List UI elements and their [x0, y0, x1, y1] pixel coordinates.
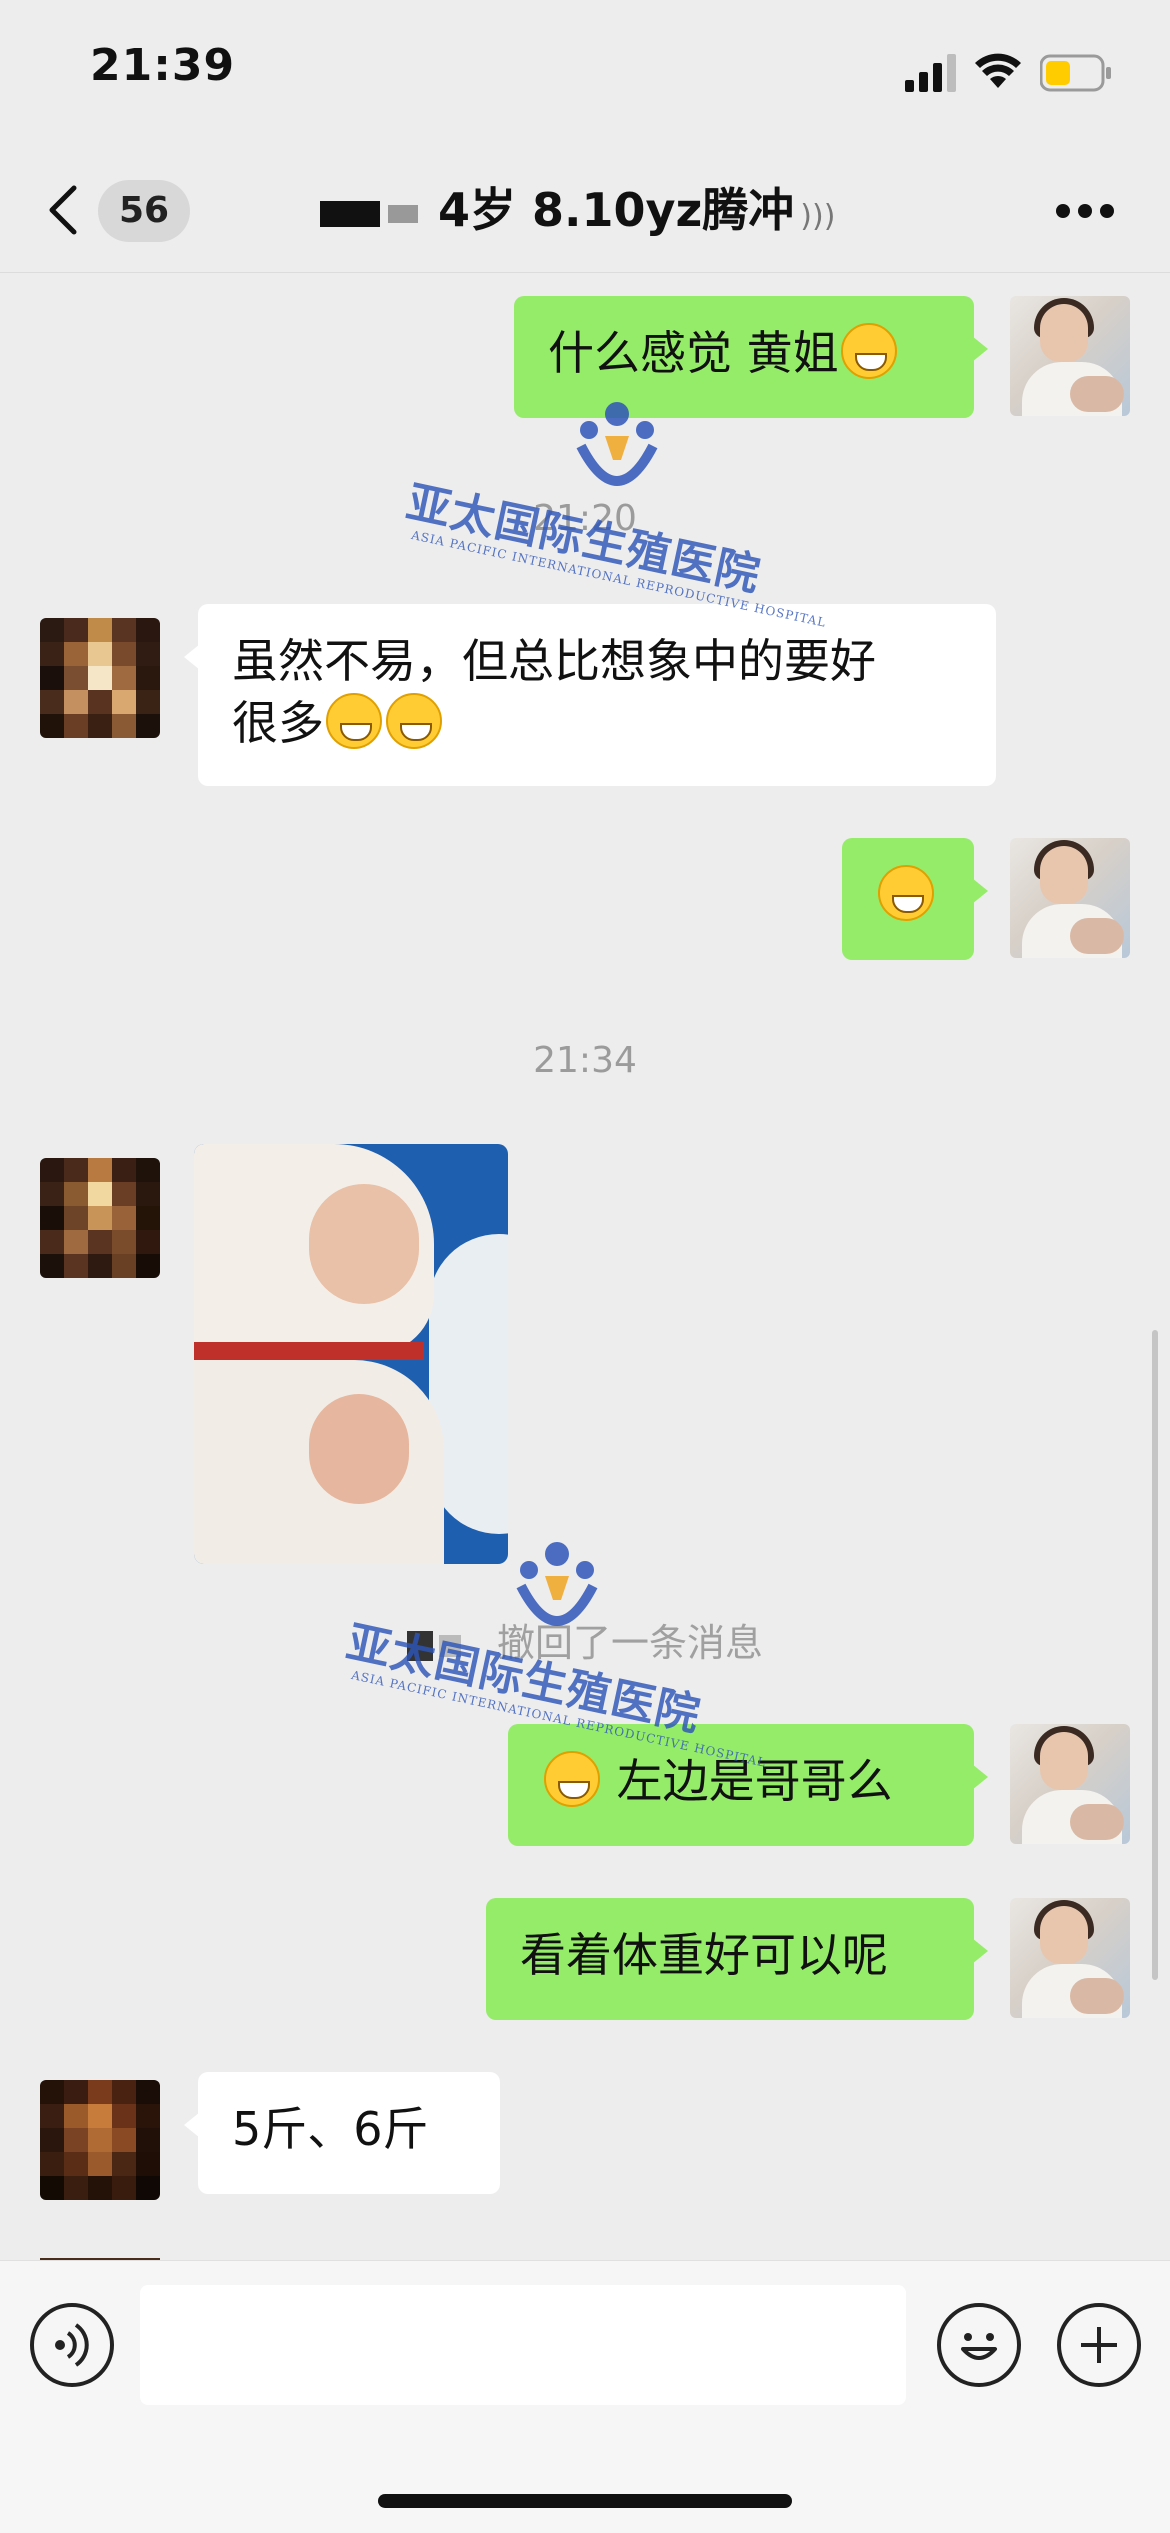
redacted-name-block — [320, 200, 380, 227]
message-text: 什么感觉 黄姐 — [548, 326, 839, 380]
avatar[interactable] — [1010, 838, 1130, 958]
earpiece-mode-icon: ))) — [800, 199, 836, 234]
redacted-name-block — [388, 204, 418, 223]
avatar[interactable] — [1010, 1898, 1130, 2018]
grinning-face-icon — [544, 1751, 600, 1807]
message-bubble-sent[interactable] — [842, 838, 988, 960]
grinning-face-icon — [878, 865, 934, 921]
chevron-left-icon[interactable] — [40, 180, 90, 240]
message-text: 很多 — [232, 696, 324, 750]
message-input[interactable] — [140, 2285, 906, 2405]
message-text: 虽然不易，但总比想象中的要好 — [232, 634, 876, 688]
grinning-face-icon — [386, 693, 442, 749]
cellular-signal-icon — [905, 54, 956, 92]
hospital-watermark: 亚太国际生殖医院 ASIA PACIFIC INTERNATIONAL REPR… — [402, 396, 828, 630]
avatar[interactable] — [1010, 296, 1130, 416]
plus-circle-icon[interactable] — [1057, 2303, 1141, 2387]
home-indicator[interactable] — [378, 2494, 792, 2508]
avatar[interactable] — [40, 2080, 160, 2200]
avatar[interactable] — [1010, 1724, 1130, 1844]
grinning-face-icon — [326, 693, 382, 749]
message-bubble-received[interactable]: 虽然不易，但总比想象中的要好 很多 — [184, 604, 996, 786]
chat-title[interactable]: 4岁 8.10yz腾冲))) — [320, 178, 880, 242]
scrollbar[interactable] — [1152, 1330, 1158, 1980]
message-bubble-sent[interactable]: 看着体重好可以呢 — [486, 1898, 988, 2020]
unread-count-badge[interactable]: 56 — [98, 180, 190, 242]
avatar[interactable] — [40, 1158, 160, 1278]
twin-newborns-photo[interactable] — [194, 1144, 508, 1564]
clock: 21:39 — [90, 40, 236, 91]
input-bar — [0, 2260, 1170, 2533]
status-bar: 21:39 — [0, 0, 1170, 150]
more-dots-icon[interactable] — [1056, 204, 1114, 220]
voice-input-icon[interactable] — [30, 2303, 114, 2387]
wifi-icon — [975, 53, 1021, 88]
hospital-watermark: 亚太国际生殖医院 ASIA PACIFIC INTERNATIONAL REPR… — [342, 1536, 768, 1770]
message-text: 看着体重好可以呢 — [520, 1928, 888, 1982]
chat-title-text: 4岁 8.10yz腾冲 — [438, 183, 795, 237]
message-text: 5斤、6斤 — [232, 2102, 429, 2156]
hospital-logo-icon — [576, 402, 658, 486]
avatar[interactable] — [40, 618, 160, 738]
grinning-face-icon — [840, 323, 897, 379]
timestamp: 21:34 — [533, 1040, 637, 1081]
message-bubble-received[interactable]: 5斤、6斤 — [184, 2072, 500, 2194]
battery-low-icon — [1040, 54, 1111, 92]
chat-header: 56 4岁 8.10yz腾冲))) — [0, 150, 1170, 273]
smiley-icon[interactable] — [937, 2303, 1021, 2387]
hospital-logo-icon — [516, 1542, 598, 1626]
